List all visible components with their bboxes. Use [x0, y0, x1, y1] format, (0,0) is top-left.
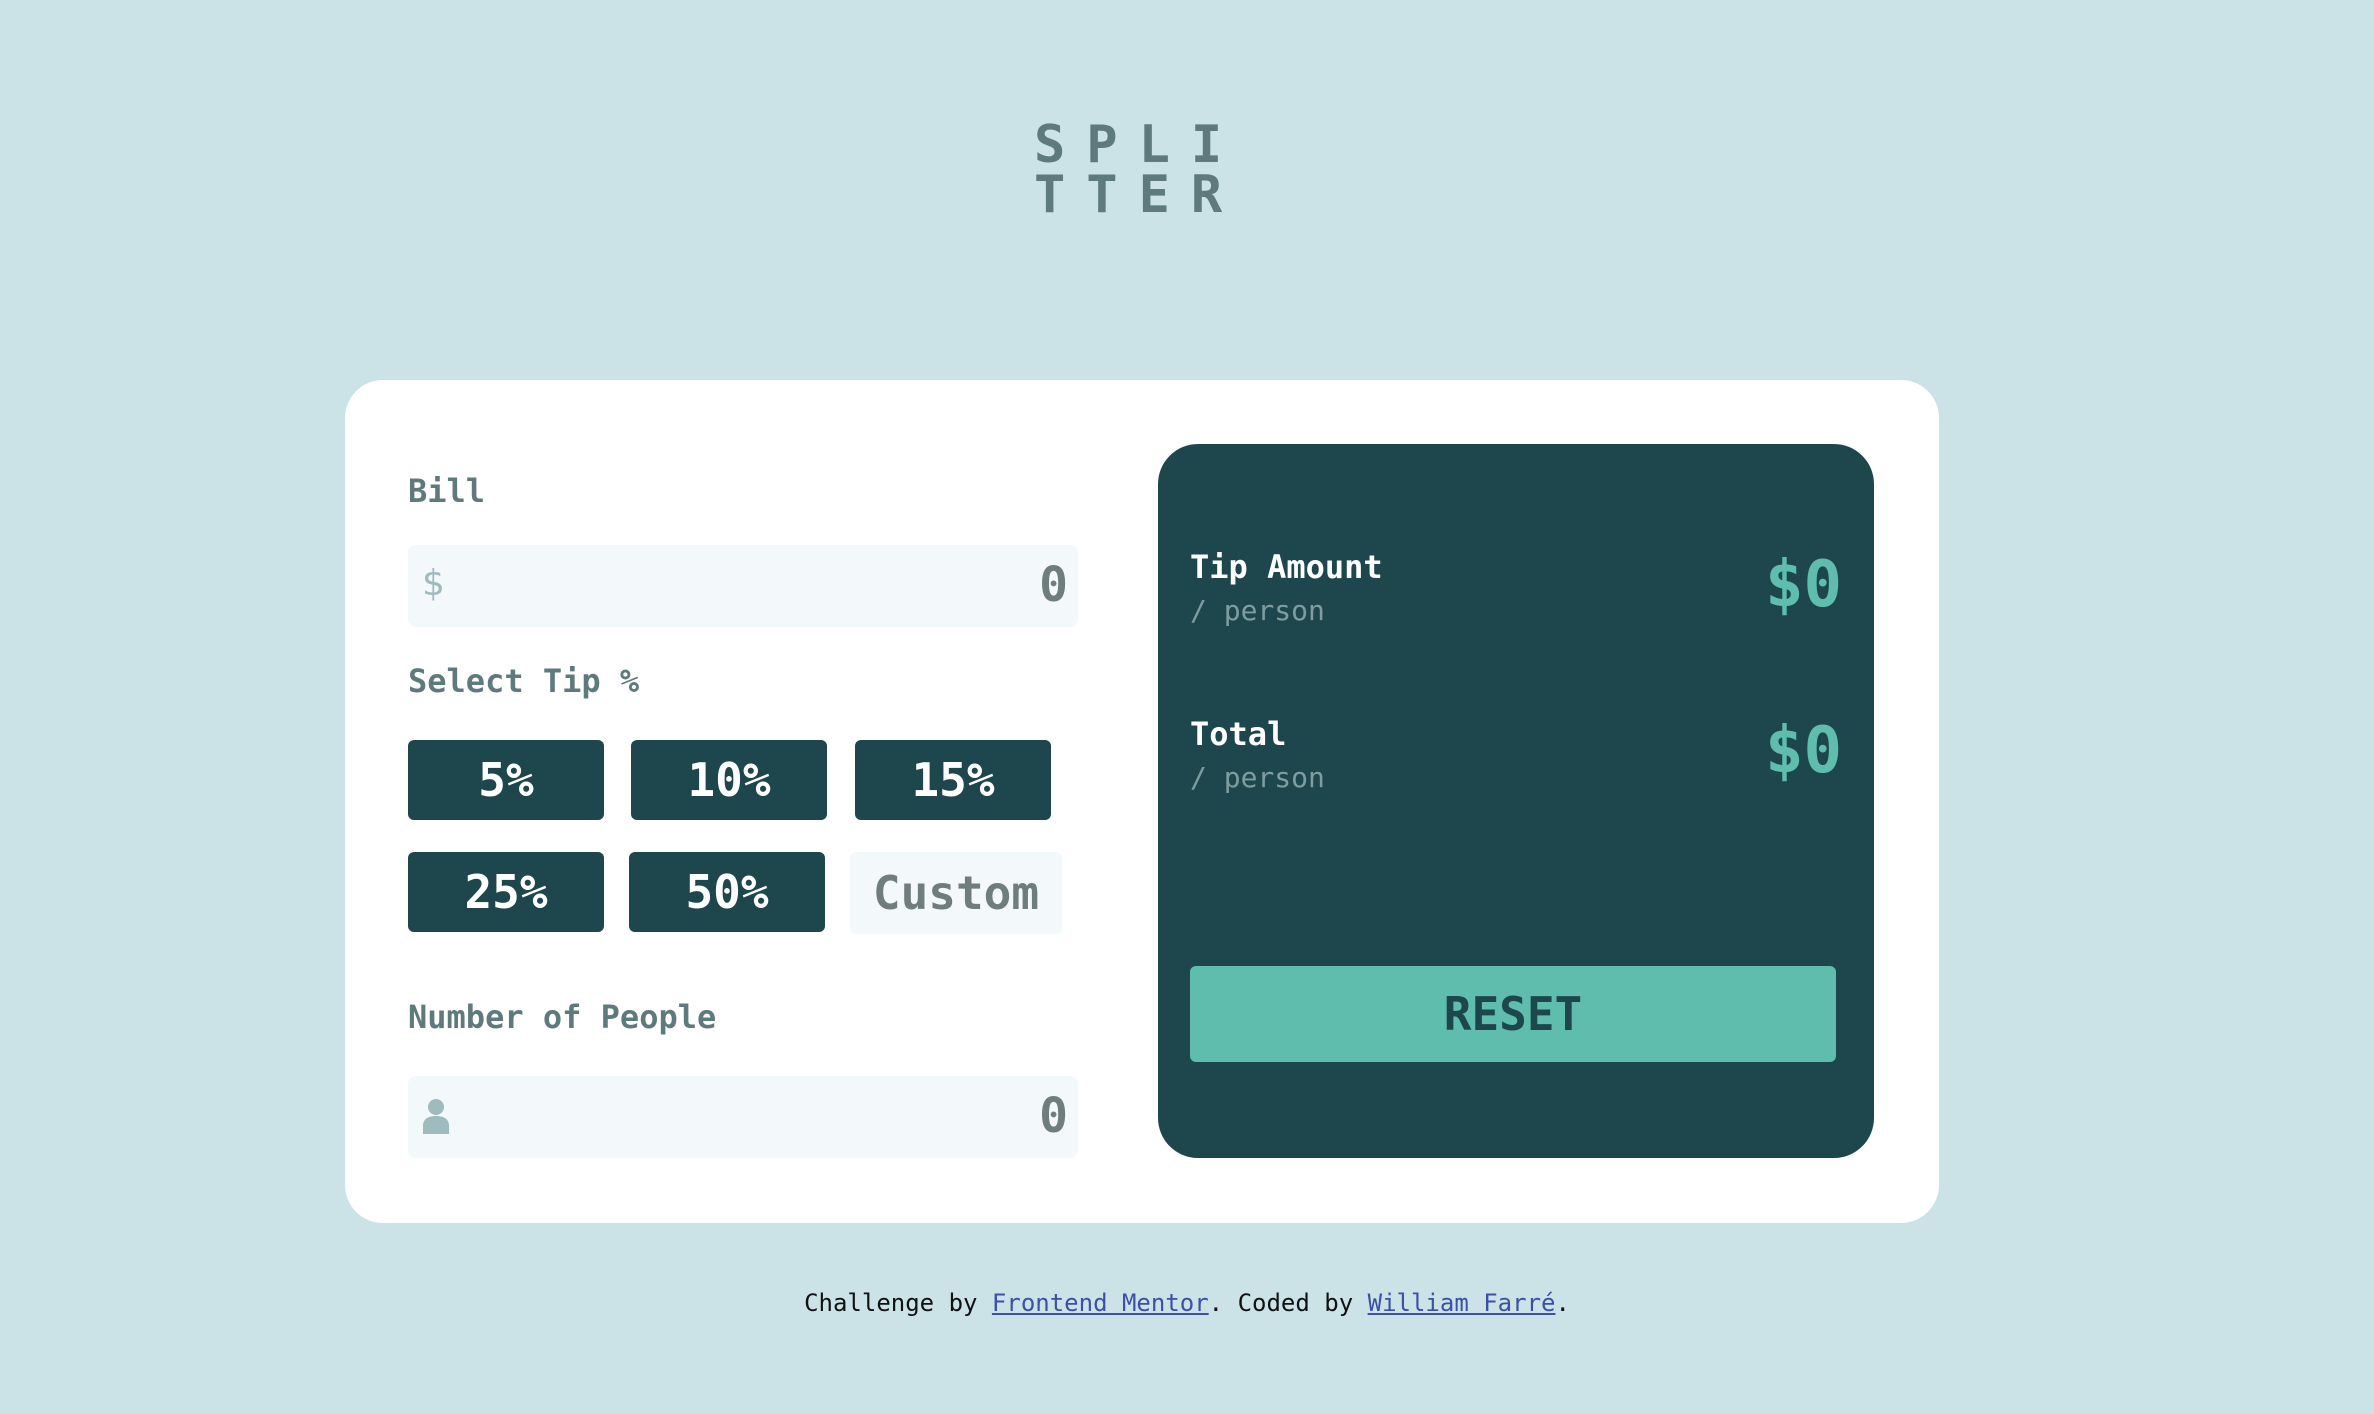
- logo-line-2: TTER: [1034, 165, 1244, 225]
- result-panel: Tip Amount / person $0 Total / person $0…: [1158, 444, 1874, 1158]
- tip-button-25[interactable]: 25%: [408, 852, 604, 932]
- bill-input[interactable]: $ 0: [408, 545, 1078, 627]
- footer: Challenge by Frontend Mentor. Coded by W…: [0, 1289, 2374, 1317]
- people-label: Number of People: [408, 998, 717, 1036]
- total-value: $0: [1764, 714, 1842, 788]
- calculator-card: Bill $ 0 Select Tip % 5% 10% 15% 25% 50%…: [345, 380, 1939, 1223]
- person-icon: [422, 1098, 450, 1143]
- tip-button-50[interactable]: 50%: [629, 852, 825, 932]
- select-tip-label: Select Tip %: [408, 662, 640, 700]
- tip-button-15[interactable]: 15%: [855, 740, 1051, 820]
- tip-button-5[interactable]: 5%: [408, 740, 604, 820]
- tip-amount-per-person: / person: [1190, 594, 1325, 627]
- bill-input-value: 0: [1039, 557, 1068, 613]
- total-per-person: / person: [1190, 761, 1325, 794]
- custom-tip-input[interactable]: Custom: [850, 852, 1062, 934]
- footer-middle: . Coded by: [1208, 1289, 1368, 1317]
- tip-amount-title: Tip Amount: [1190, 548, 1383, 586]
- logo: SPLI TTER: [1034, 115, 1244, 225]
- total-title: Total: [1190, 715, 1287, 753]
- bill-label: Bill: [408, 472, 486, 510]
- frontend-mentor-link[interactable]: Frontend Mentor: [992, 1289, 1209, 1317]
- logo-line-1: SPLI: [1034, 115, 1244, 175]
- footer-prefix: Challenge by: [804, 1289, 992, 1317]
- reset-button[interactable]: RESET: [1190, 966, 1836, 1062]
- footer-suffix: .: [1555, 1289, 1570, 1317]
- tip-button-10[interactable]: 10%: [631, 740, 827, 820]
- tip-amount-value: $0: [1764, 548, 1842, 622]
- dollar-icon: $: [422, 563, 445, 604]
- people-input-value: 0: [1039, 1088, 1068, 1144]
- author-link[interactable]: William Farré: [1368, 1289, 1556, 1317]
- people-input[interactable]: 0: [408, 1076, 1078, 1158]
